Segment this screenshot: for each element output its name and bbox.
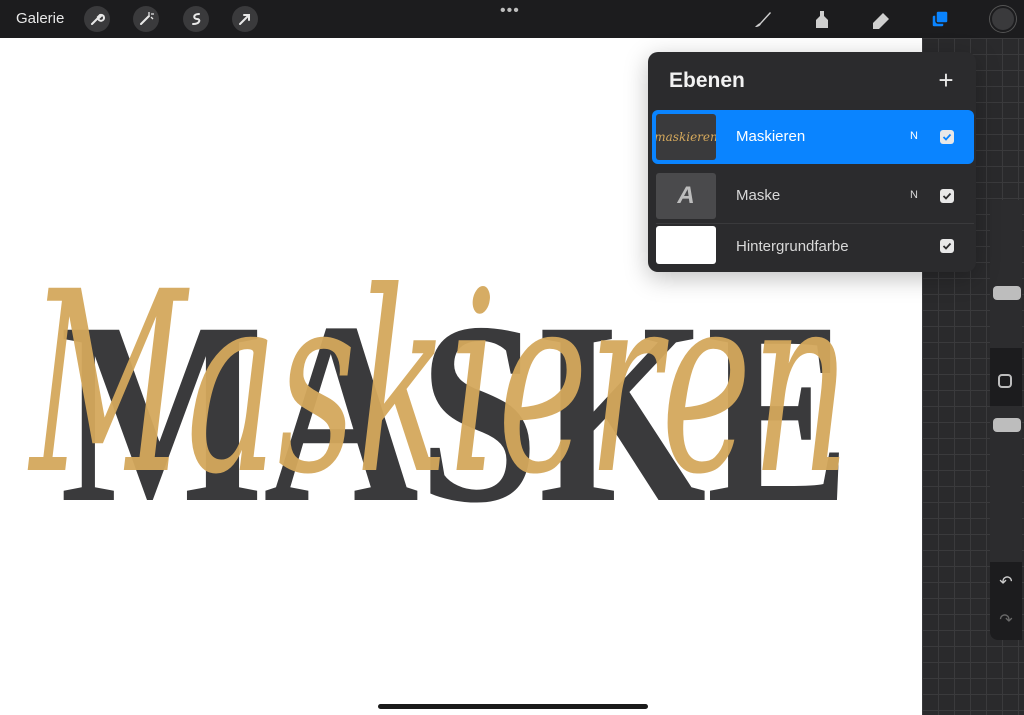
redo-icon[interactable]: ↷ bbox=[996, 610, 1016, 630]
magic-wand-icon[interactable] bbox=[133, 6, 159, 32]
eyedropper-button[interactable] bbox=[998, 374, 1012, 388]
color-picker-swatch[interactable] bbox=[990, 6, 1016, 32]
layer-row-maskieren[interactable]: maskieren Maskieren N bbox=[652, 110, 974, 164]
layer-thumbnail-text: A bbox=[677, 182, 695, 209]
layer-row-maske[interactable]: A Maske N bbox=[652, 169, 974, 224]
layer-visibility-checkbox[interactable] bbox=[940, 189, 954, 203]
layer-name: Hintergrundfarbe bbox=[736, 238, 849, 255]
layer-visibility-checkbox[interactable] bbox=[940, 130, 954, 144]
checkmark-icon bbox=[942, 242, 952, 250]
top-toolbar: Galerie ••• bbox=[0, 0, 1024, 38]
selection-icon[interactable] bbox=[183, 6, 209, 32]
opacity-slider[interactable] bbox=[990, 406, 1022, 562]
add-layer-button[interactable]: + bbox=[934, 67, 958, 93]
home-indicator bbox=[378, 704, 648, 709]
checkmark-icon bbox=[942, 192, 952, 200]
undo-icon[interactable]: ↶ bbox=[996, 572, 1016, 592]
more-menu-icon[interactable]: ••• bbox=[500, 2, 520, 20]
eraser-icon[interactable] bbox=[868, 6, 894, 32]
smudge-icon[interactable] bbox=[808, 6, 834, 32]
wrench-icon[interactable] bbox=[84, 6, 110, 32]
opacity-thumb[interactable] bbox=[993, 418, 1021, 432]
layer-thumbnail: maskieren bbox=[656, 114, 716, 160]
script-lettering: Maskieren bbox=[28, 238, 850, 529]
checkmark-icon bbox=[942, 133, 952, 141]
layer-blend-mode[interactable]: N bbox=[910, 130, 918, 142]
layers-panel: Ebenen + maskieren Maskieren N A Maske N… bbox=[648, 52, 976, 272]
layer-name: Maske bbox=[736, 187, 781, 204]
layer-visibility-checkbox[interactable] bbox=[940, 239, 954, 253]
brush-icon[interactable] bbox=[750, 6, 776, 32]
layer-blend-mode[interactable]: N bbox=[910, 189, 918, 201]
layer-thumbnail: A bbox=[656, 173, 716, 219]
gallery-button[interactable]: Galerie bbox=[16, 10, 64, 27]
layer-thumbnail bbox=[656, 226, 716, 264]
transform-arrow-icon[interactable] bbox=[232, 6, 258, 32]
layers-icon[interactable] bbox=[928, 6, 954, 32]
layer-thumbnail-text: maskieren bbox=[656, 130, 716, 144]
side-toolbar: ↶ ↷ bbox=[990, 200, 1022, 640]
layer-name: Maskieren bbox=[736, 128, 806, 145]
layers-panel-title: Ebenen bbox=[669, 69, 745, 92]
brush-size-thumb[interactable] bbox=[993, 286, 1021, 300]
layer-row-hintergrundfarbe[interactable]: Hintergrundfarbe bbox=[652, 222, 974, 270]
brush-size-slider[interactable] bbox=[990, 200, 1022, 348]
